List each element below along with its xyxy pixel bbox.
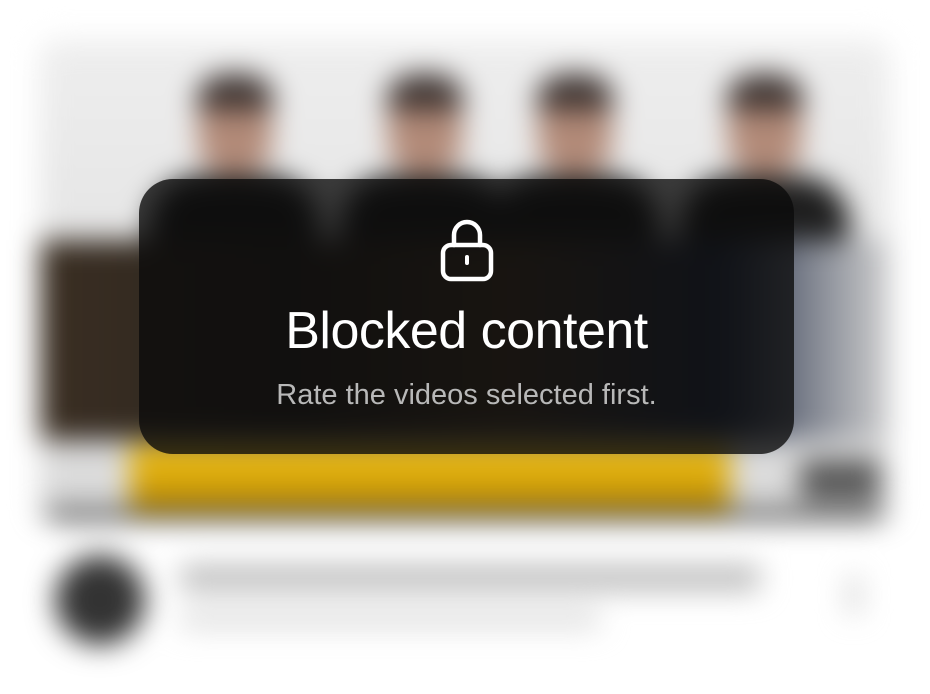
blocked-content-message: Rate the videos selected first.: [276, 379, 657, 411]
video-details-placeholder: [180, 610, 600, 628]
thumbnail-banner: [130, 445, 730, 515]
video-title-placeholder: [180, 565, 760, 591]
blocked-content-overlay: Blocked content Rate the videos selected…: [139, 179, 794, 454]
channel-avatar: [55, 555, 145, 645]
duration-badge: [800, 460, 880, 500]
blocked-video-card: Blocked content Rate the videos selected…: [0, 0, 930, 694]
video-meta-row: [40, 540, 890, 660]
blocked-content-title: Blocked content: [285, 302, 648, 360]
thumbnail-bottom-strip: [40, 510, 890, 520]
more-options-icon: [848, 575, 860, 615]
lock-icon: [440, 219, 493, 282]
